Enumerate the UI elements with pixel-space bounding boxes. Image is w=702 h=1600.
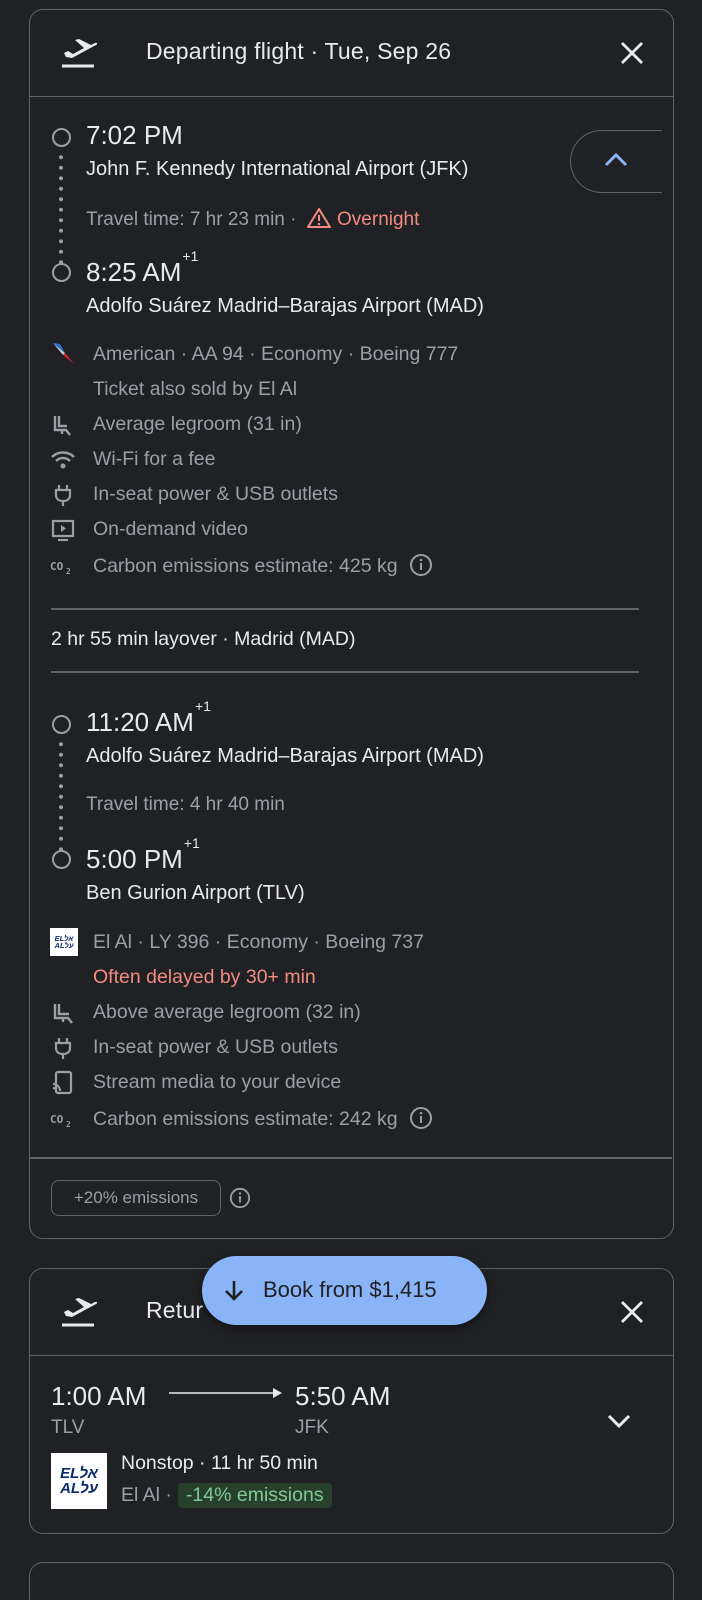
leg1-travel-time: Travel time: 7 hr 23 min · Overnight (86, 208, 420, 230)
flight-takeoff-icon (62, 39, 98, 68)
arrival-dot (52, 263, 71, 282)
stream-media-icon (52, 1070, 73, 1095)
info-icon[interactable] (409, 553, 433, 577)
return-arrival-time: 5:50 AM (295, 1381, 391, 1411)
power-plug-icon (54, 1038, 72, 1059)
leg2-delay-warning: Often delayed by 30+ min (93, 966, 316, 988)
legroom-icon (53, 1004, 73, 1024)
return-airline-line: El Al · -14% emissions (121, 1483, 332, 1508)
leg2-airline-info: El Al · LY 396 · Economy · Boeing 737 (93, 931, 424, 953)
wifi-icon (51, 451, 75, 469)
book-button[interactable]: Book from $1,415 (202, 1256, 487, 1325)
leg2-carbon: Carbon emissions estimate: 242 kg (93, 1106, 433, 1131)
return-departure-time: 1:00 AM (51, 1381, 147, 1411)
el-al-logo-icon: ELאל ALעל (51, 1453, 107, 1509)
svg-text:CO: CO (50, 1113, 64, 1126)
leg1-departure-airport: John F. Kennedy International Airport (J… (86, 158, 469, 180)
leg1-arrival-time: 8:25 AM+1 (86, 248, 199, 287)
departing-card-header[interactable]: Departing flight · Tue, Sep 26 (30, 10, 673, 97)
leg2-arrival-time: 5:00 PM+1 (86, 835, 200, 874)
layover-info: 2 hr 55 min layover · Madrid (MAD) (51, 628, 356, 650)
co2-icon: CO 2 (50, 1113, 71, 1129)
leg1-departure-time: 7:02 PM (86, 120, 183, 150)
departing-flight-card: Departing flight · Tue, Sep 26 7:02 PM J… (29, 9, 674, 1239)
info-icon[interactable] (409, 1106, 433, 1130)
leg1-power: In-seat power & USB outlets (93, 483, 338, 505)
legroom-icon (53, 416, 71, 436)
video-icon (51, 519, 75, 542)
info-icon[interactable] (229, 1187, 251, 1209)
return-arrival-code: JFK (295, 1417, 329, 1438)
departure-dot (52, 715, 71, 734)
arrow-down-icon (225, 1281, 243, 1301)
leg1-wifi: Wi-Fi for a fee (93, 448, 216, 470)
divider (30, 1157, 672, 1159)
book-button-label: Book from $1,415 (263, 1277, 437, 1302)
overnight-label: Overnight (337, 209, 420, 230)
leg2-legroom: Above average legroom (32 in) (93, 1001, 361, 1023)
leg1-arrival-airport: Adolfo Suárez Madrid–Barajas Airport (MA… (86, 295, 484, 317)
collapse-button[interactable] (570, 130, 662, 193)
close-icon[interactable] (619, 1299, 645, 1325)
power-plug-icon (54, 485, 72, 506)
co2-icon: CO 2 (50, 560, 71, 576)
american-airlines-logo-icon (53, 343, 74, 364)
chevron-down-icon[interactable] (606, 1412, 632, 1430)
el-al-logo-icon: ELאל ALעל (50, 928, 78, 956)
leg2-power: In-seat power & USB outlets (93, 1036, 338, 1058)
leg1-carbon: Carbon emissions estimate: 425 kg (93, 553, 433, 578)
departure-dot (52, 128, 71, 147)
leg2-travel-time: Travel time: 4 hr 40 min (86, 794, 285, 815)
timeline-dots (59, 739, 63, 851)
flight-takeoff-icon (62, 1298, 98, 1327)
arrow-right-icon (169, 1388, 282, 1398)
next-card-edge (29, 1562, 674, 1600)
return-departure-code: TLV (51, 1417, 85, 1438)
returning-title: Retur (146, 1297, 204, 1323)
svg-text:2: 2 (66, 567, 71, 576)
leg1-airline-info: American · AA 94 · Economy · Boeing 777 (93, 343, 459, 365)
close-icon[interactable] (619, 40, 645, 66)
leg1-legroom: Average legroom (31 in) (93, 413, 302, 435)
return-stops-duration: Nonstop · 11 hr 50 min (121, 1452, 318, 1474)
arrival-dot (52, 850, 71, 869)
chevron-up-icon (604, 152, 628, 167)
svg-text:2: 2 (66, 1120, 71, 1129)
emissions-chip: -14% emissions (177, 1483, 332, 1508)
divider (51, 671, 639, 673)
leg2-departure-time: 11:20 AM+1 (86, 698, 211, 737)
svg-text:CO: CO (50, 560, 64, 573)
leg1-video: On-demand video (93, 518, 249, 540)
warning-icon (306, 208, 331, 228)
divider (51, 608, 639, 610)
timeline-dots (59, 152, 63, 264)
leg2-departure-airport: Adolfo Suárez Madrid–Barajas Airport (MA… (86, 745, 484, 767)
leg2-stream: Stream media to your device (93, 1071, 342, 1093)
departing-title: Departing flight · Tue, Sep 26 (146, 38, 452, 64)
leg1-sold-by: Ticket also sold by El Al (93, 378, 298, 400)
emissions-chip[interactable]: +20% emissions (51, 1180, 221, 1216)
leg2-arrival-airport: Ben Gurion Airport (TLV) (86, 882, 305, 904)
